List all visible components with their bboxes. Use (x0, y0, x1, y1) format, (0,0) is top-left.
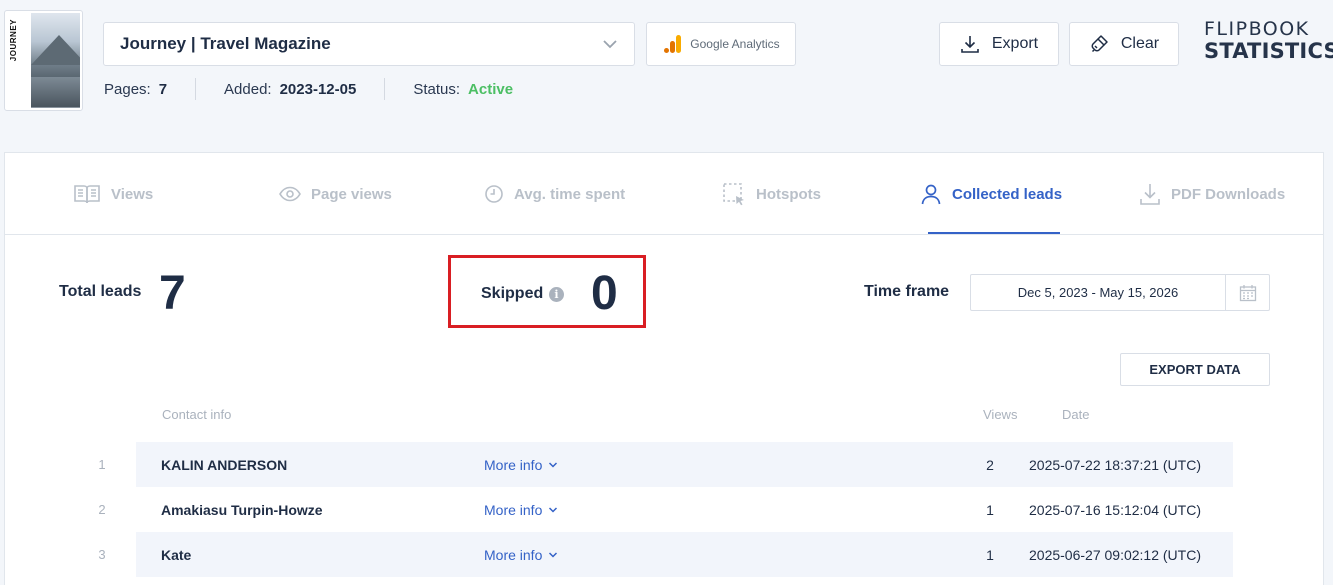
brush-icon (1091, 35, 1108, 53)
meta-divider (195, 78, 197, 100)
lead-name: KALIN ANDERSON (161, 456, 288, 473)
tab-page-views-label: Page views (311, 185, 392, 203)
clock-icon (485, 185, 503, 203)
statistics-card: Views Page views Avg. time spent Hotspot… (4, 152, 1324, 585)
time-frame-value[interactable]: Dec 5, 2023 - May 15, 2026 (971, 285, 1225, 300)
lead-date: 2025-06-27 09:02:12 (UTC) (1029, 546, 1201, 563)
meta-divider (384, 78, 386, 100)
book-icon (74, 185, 100, 204)
skipped-label: Skipped (481, 285, 544, 302)
tab-avg-time-spent[interactable]: Avg. time spent (484, 153, 625, 235)
export-data-button[interactable]: EXPORT DATA (1120, 353, 1270, 386)
column-header-contact: Contact info (162, 407, 232, 422)
meta-pages: Pages: 7 (104, 81, 167, 98)
calendar-icon (1239, 284, 1256, 301)
column-header-date: Date (1062, 407, 1090, 422)
lead-date: 2025-07-16 15:12:04 (UTC) (1029, 501, 1201, 518)
user-icon (921, 184, 941, 205)
lead-name: Kate (161, 546, 192, 563)
google-analytics-button[interactable]: Google Analytics (646, 22, 796, 66)
logo-line1: FLIPBOOK (1204, 18, 1310, 40)
tab-page-views[interactable]: Page views (279, 153, 392, 235)
column-header-views: Views (983, 407, 1018, 422)
publication-cover-thumbnail[interactable]: JOURNEY (4, 10, 83, 111)
chevron-down-icon (549, 461, 558, 468)
active-tab-indicator (928, 232, 1060, 234)
export-button-label: Export (991, 35, 1039, 52)
lead-date: 2025-07-22 18:37:21 (UTC) (1029, 456, 1201, 473)
publication-select[interactable]: Journey | Travel Magazine (103, 22, 635, 66)
logo-line2: STATISTICS (1204, 39, 1333, 63)
row-number: 2 (98, 502, 106, 517)
google-analytics-icon (664, 35, 682, 53)
hotspot-icon (723, 183, 744, 206)
table-row: 2 Amakiasu Turpin-Howze More info 1 2025… (98, 487, 1233, 532)
more-info-label: More info (484, 456, 543, 473)
download-icon (1140, 184, 1160, 205)
lead-views: 1 (986, 546, 994, 563)
tab-pdf-downloads[interactable]: PDF Downloads (1139, 153, 1285, 235)
meta-added: Added: 2023-12-05 (224, 81, 356, 98)
eye-icon (279, 186, 301, 202)
info-icon[interactable]: i (549, 287, 564, 302)
clear-button-label: Clear (1120, 35, 1160, 52)
total-leads-label: Total leads (59, 283, 142, 300)
status-label: Status: (413, 80, 461, 98)
skipped-value: 0 (591, 267, 618, 320)
table-row: 3 Kate More info 1 2025-06-27 09:02:12 (… (98, 532, 1233, 577)
chevron-down-icon (603, 40, 617, 49)
more-info-toggle[interactable]: More info (484, 487, 558, 532)
chevron-down-icon (549, 506, 558, 513)
more-info-toggle[interactable]: More info (484, 532, 558, 577)
tab-pdf-downloads-label: PDF Downloads (1171, 185, 1286, 203)
tab-views[interactable]: Views (73, 153, 153, 235)
status-value: Active (468, 80, 514, 98)
cover-lake (31, 77, 80, 107)
more-info-label: More info (484, 501, 543, 518)
total-leads-value: 7 (159, 267, 186, 320)
added-value: 2023-12-05 (279, 80, 357, 98)
tab-hotspots[interactable]: Hotspots (722, 153, 821, 235)
meta-status: Status: Active (413, 81, 513, 98)
stats-tabs: Views Page views Avg. time spent Hotspot… (5, 153, 1323, 235)
clear-button[interactable]: Clear (1069, 22, 1179, 66)
tab-collected-leads[interactable]: Collected leads (920, 153, 1062, 235)
time-frame-picker[interactable]: Dec 5, 2023 - May 15, 2026 (970, 274, 1270, 311)
publication-select-value: Journey | Travel Magazine (120, 34, 331, 53)
lead-name: Amakiasu Turpin-Howze (161, 501, 323, 518)
row-number: 1 (98, 457, 106, 472)
calendar-button[interactable] (1225, 275, 1269, 310)
time-frame-label: Time frame (864, 283, 950, 300)
google-analytics-label: Google Analytics (690, 37, 780, 51)
tab-collected-leads-label: Collected leads (952, 185, 1063, 203)
added-label: Added: (224, 80, 272, 98)
cover-mountain (31, 35, 80, 65)
pages-value: 7 (158, 80, 168, 98)
lead-views: 2 (986, 456, 994, 473)
cover-spine-text: JOURNEY (9, 19, 18, 62)
publication-meta: Pages: 7 Added: 2023-12-05 Status: Activ… (104, 78, 513, 100)
chevron-down-icon (549, 551, 558, 558)
tab-views-label: Views (111, 185, 154, 203)
tab-avg-time-spent-label: Avg. time spent (514, 185, 626, 203)
flipbook-statistics-logo: FLIPBOOK STATISTICS (1204, 18, 1333, 63)
table-row: 1 KALIN ANDERSON More info 2 2025-07-22 … (98, 442, 1233, 487)
row-number: 3 (98, 547, 106, 562)
more-info-toggle[interactable]: More info (484, 442, 558, 487)
skipped-highlight-box: Skipped i 0 (448, 255, 646, 328)
export-button[interactable]: Export (939, 22, 1059, 66)
pages-label: Pages: (104, 80, 151, 98)
tab-hotspots-label: Hotspots (756, 185, 821, 203)
more-info-label: More info (484, 546, 543, 563)
cover-image: JOURNEY (7, 13, 80, 108)
lead-views: 1 (986, 501, 994, 518)
download-icon (961, 36, 979, 53)
